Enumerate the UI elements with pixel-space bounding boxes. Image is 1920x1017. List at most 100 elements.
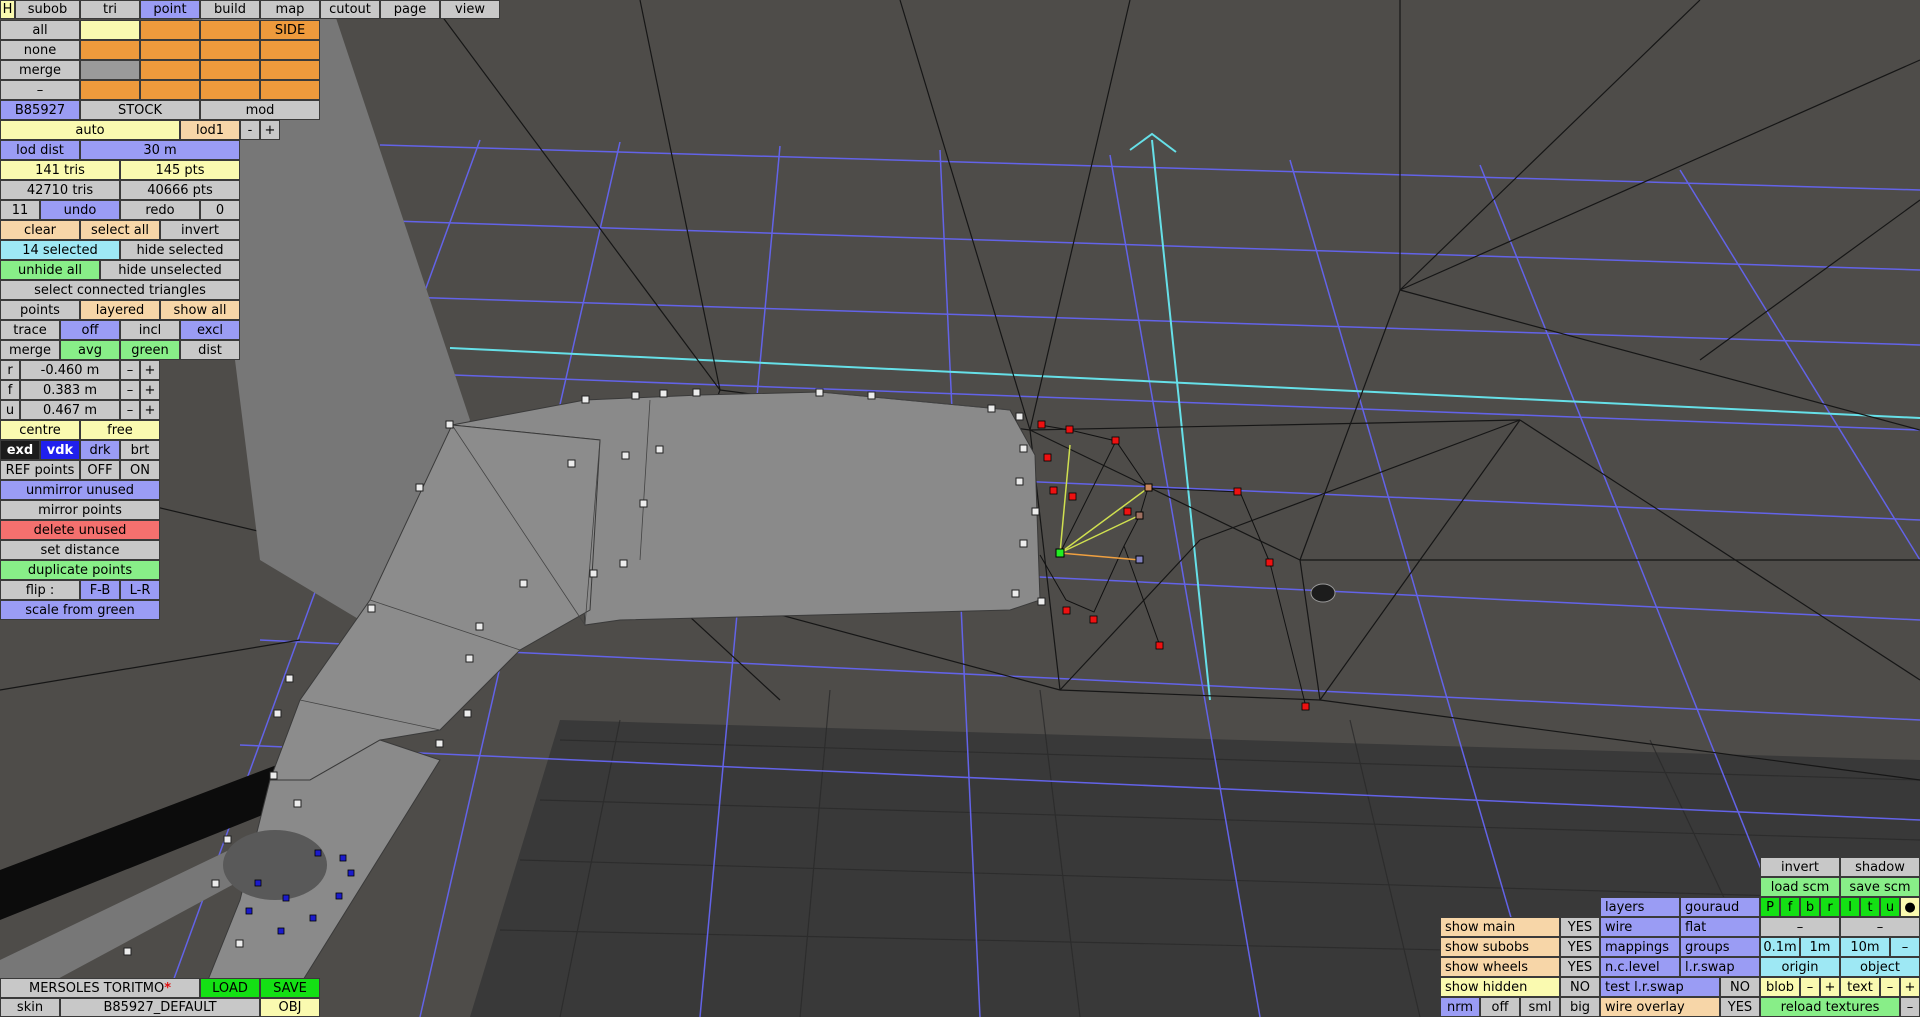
select-all-button[interactable]: all — [0, 20, 80, 40]
hide-unselected-button[interactable]: hide unselected — [100, 260, 240, 280]
coord-u-value[interactable]: 0.467 m — [20, 400, 120, 420]
points-mode-button[interactable]: points — [0, 300, 80, 320]
tab-tri[interactable]: tri — [80, 0, 140, 19]
drk-button[interactable]: drk — [80, 440, 120, 460]
swatch-3-4[interactable] — [260, 60, 320, 80]
layer-dot-toggle[interactable]: ● — [1900, 897, 1920, 917]
trace-off-button[interactable]: off — [60, 320, 120, 340]
nc-level-button[interactable]: n.c.level — [1600, 957, 1680, 977]
layer-t-toggle[interactable]: t — [1860, 897, 1880, 917]
stock-button[interactable]: STOCK — [80, 100, 200, 120]
select-all-points-button[interactable]: select all — [80, 220, 160, 240]
layer-r-toggle[interactable]: r — [1820, 897, 1840, 917]
shadow-button[interactable]: shadow — [1840, 857, 1920, 877]
object-button[interactable]: object — [1840, 957, 1920, 977]
show-main-label[interactable]: show main — [1440, 917, 1560, 937]
layer-f-toggle[interactable]: f — [1780, 897, 1800, 917]
coord-u-plus[interactable]: + — [140, 400, 160, 420]
save-scm-button[interactable]: save scm — [1840, 877, 1920, 897]
merge-button[interactable]: merge — [0, 60, 80, 80]
flip-lr-button[interactable]: L-R — [120, 580, 160, 600]
merge-dist-button[interactable]: dist — [180, 340, 240, 360]
flat-button[interactable]: flat — [1680, 917, 1760, 937]
reload-textures-button[interactable]: reload textures — [1760, 997, 1900, 1017]
unhide-all-button[interactable]: unhide all — [0, 260, 100, 280]
swatch-1-1[interactable] — [80, 20, 140, 40]
merge-green-button[interactable]: green — [120, 340, 180, 360]
show-wheels-label[interactable]: show wheels — [1440, 957, 1560, 977]
delete-unused-button[interactable]: delete unused — [0, 520, 160, 540]
exd-button[interactable]: exd — [0, 440, 40, 460]
swatch-2-4[interactable] — [260, 40, 320, 60]
mappings-button[interactable]: mappings — [1600, 937, 1680, 957]
swatch-3-3[interactable] — [200, 60, 260, 80]
swatch-4-4[interactable] — [260, 80, 320, 100]
ref-off-button[interactable]: OFF — [80, 460, 120, 480]
swatch-3-2[interactable] — [140, 60, 200, 80]
layer-b-toggle[interactable]: b — [1800, 897, 1820, 917]
scale-from-green-button[interactable]: scale from green — [0, 600, 160, 620]
show-hidden-label[interactable]: show hidden — [1440, 977, 1560, 997]
vdk-button[interactable]: vdk — [40, 440, 80, 460]
centre-button[interactable]: centre — [0, 420, 80, 440]
groups-button[interactable]: groups — [1680, 937, 1760, 957]
off-button[interactable]: off — [1480, 997, 1520, 1017]
brt-button[interactable]: brt — [120, 440, 160, 460]
text-size-button[interactable]: text — [1840, 977, 1880, 997]
flip-fb-button[interactable]: F-B — [80, 580, 120, 600]
lod-minus-button[interactable]: - — [240, 120, 260, 140]
grid-0-1m-button[interactable]: 0.1m — [1760, 937, 1800, 957]
h-button[interactable]: H — [0, 0, 15, 19]
unmirror-unused-button[interactable]: unmirror unused — [0, 480, 160, 500]
layer-u-toggle[interactable]: u — [1880, 897, 1900, 917]
origin-button[interactable]: origin — [1760, 957, 1840, 977]
nrm-button[interactable]: nrm — [1440, 997, 1480, 1017]
swatch-2-2[interactable] — [140, 40, 200, 60]
swatch-1-2[interactable] — [140, 20, 200, 40]
lod-auto-button[interactable]: auto — [0, 120, 180, 140]
lod-plus-button[interactable]: + — [260, 120, 280, 140]
layer-l-toggle[interactable]: l — [1840, 897, 1860, 917]
free-button[interactable]: free — [80, 420, 160, 440]
swatch-3-1[interactable] — [80, 60, 140, 80]
undo-button[interactable]: undo — [40, 200, 120, 220]
tab-map[interactable]: map — [260, 0, 320, 19]
dash-left-button[interactable]: – — [1760, 917, 1840, 937]
lod1-button[interactable]: lod1 — [180, 120, 240, 140]
tab-build[interactable]: build — [200, 0, 260, 19]
clear-button[interactable]: clear — [0, 220, 80, 240]
test-lr-swap-value[interactable]: NO — [1720, 977, 1760, 997]
big-button[interactable]: big — [1560, 997, 1600, 1017]
set-distance-button[interactable]: set distance — [0, 540, 160, 560]
tab-subob[interactable]: subob — [15, 0, 80, 19]
swatch-2-1[interactable] — [80, 40, 140, 60]
swatch-4-3[interactable] — [200, 80, 260, 100]
duplicate-points-button[interactable]: duplicate points — [0, 560, 160, 580]
show-subobs-value[interactable]: YES — [1560, 937, 1600, 957]
reload-minus-button[interactable]: – — [1900, 997, 1920, 1017]
mod-button[interactable]: mod — [200, 100, 320, 120]
invert-selection-button[interactable]: invert — [160, 220, 240, 240]
show-main-value[interactable]: YES — [1560, 917, 1600, 937]
tab-view[interactable]: view — [440, 0, 500, 19]
tab-point[interactable]: point — [140, 0, 200, 19]
layered-button[interactable]: layered — [80, 300, 160, 320]
lod-dist-value[interactable]: 30 m — [80, 140, 240, 160]
save-button[interactable]: SAVE — [260, 978, 320, 998]
grid-minus-button[interactable]: – — [1890, 937, 1920, 957]
tab-cutout[interactable]: cutout — [320, 0, 380, 19]
obj-button[interactable]: OBJ — [260, 998, 320, 1017]
lod-dist-label[interactable]: lod dist — [0, 140, 80, 160]
swatch-4-2[interactable] — [140, 80, 200, 100]
select-none-button[interactable]: none — [0, 40, 80, 60]
layer-p-toggle[interactable]: P — [1760, 897, 1780, 917]
side-button[interactable]: SIDE — [260, 20, 320, 40]
dash-button[interactable]: – — [0, 80, 80, 100]
3d-viewport[interactable] — [0, 0, 1920, 1017]
grid-10m-button[interactable]: 10m — [1840, 937, 1890, 957]
coord-f-minus[interactable]: – — [120, 380, 140, 400]
sml-button[interactable]: sml — [1520, 997, 1560, 1017]
show-subobs-label[interactable]: show subobs — [1440, 937, 1560, 957]
load-scm-button[interactable]: load scm — [1760, 877, 1840, 897]
coord-f-value[interactable]: 0.383 m — [20, 380, 120, 400]
